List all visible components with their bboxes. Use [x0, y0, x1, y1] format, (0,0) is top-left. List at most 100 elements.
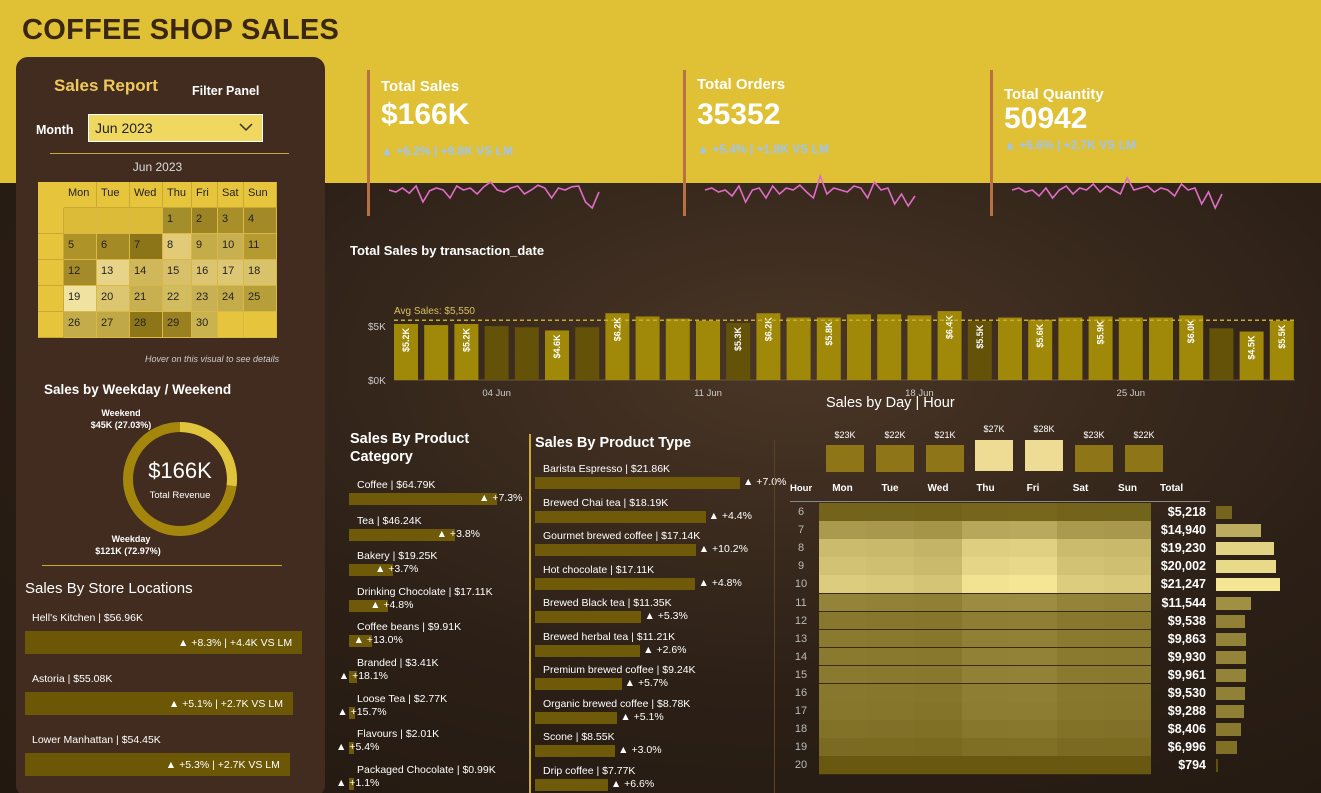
date-bar[interactable]: [575, 327, 600, 380]
heatmap-cell[interactable]: [819, 575, 866, 593]
calendar-day[interactable]: 23: [192, 286, 218, 312]
hour-total-bar[interactable]: [1216, 596, 1251, 610]
calendar-day[interactable]: 22: [163, 286, 192, 312]
heatmap-cell[interactable]: [914, 575, 962, 593]
hour-total-bar[interactable]: [1216, 632, 1246, 646]
heatmap-cell[interactable]: [866, 647, 914, 666]
calendar-week-cell[interactable]: [38, 312, 64, 338]
heatmap-cell[interactable]: [819, 593, 866, 611]
heatmap-cell[interactable]: [914, 756, 962, 774]
calendar-day[interactable]: 19: [64, 286, 97, 312]
heatmap-cell[interactable]: [1009, 503, 1057, 521]
calendar-day[interactable]: 20: [97, 286, 130, 312]
hour-total-bar[interactable]: [1216, 687, 1245, 700]
heatmap-cell[interactable]: [1009, 702, 1057, 720]
heatmap-cell[interactable]: [1104, 503, 1151, 521]
day-total-bar[interactable]: [826, 445, 864, 472]
hour-total-bar[interactable]: [1216, 578, 1280, 592]
calendar-day[interactable]: 1: [163, 208, 192, 234]
calendar-day[interactable]: 8: [163, 234, 192, 260]
heatmap-cell[interactable]: [1009, 720, 1057, 738]
heatmap-cell[interactable]: [866, 557, 914, 575]
heatmap-cell[interactable]: [962, 539, 1009, 557]
calendar-day[interactable]: 3: [218, 208, 244, 234]
hour-total-bar[interactable]: [1216, 723, 1242, 737]
heatmap-cell[interactable]: [819, 611, 866, 630]
calendar-day[interactable]: 28: [130, 312, 163, 338]
heatmap-cell[interactable]: [1104, 629, 1151, 648]
heatmap-cell[interactable]: [914, 611, 962, 630]
heatmap-cell[interactable]: [914, 647, 962, 666]
day-total-bar[interactable]: [926, 445, 964, 472]
heatmap-cell[interactable]: [962, 720, 1009, 738]
date-bar[interactable]: [998, 317, 1022, 380]
heatmap-cell[interactable]: [1009, 575, 1057, 593]
month-dropdown[interactable]: Jun 2023: [88, 114, 263, 142]
heatmap-cell[interactable]: [1057, 557, 1104, 575]
heatmap-cell[interactable]: [866, 684, 914, 702]
heatmap-cell[interactable]: [1057, 521, 1104, 539]
heatmap-cell[interactable]: [1104, 557, 1151, 575]
date-bar[interactable]: [847, 314, 871, 380]
date-bar[interactable]: [635, 316, 660, 380]
heatmap-cell[interactable]: [1057, 738, 1104, 756]
heatmap-cell[interactable]: [866, 503, 914, 521]
heatmap-cell[interactable]: [866, 593, 914, 611]
heatmap-cell[interactable]: [1057, 575, 1104, 593]
heatmap-cell[interactable]: [962, 611, 1009, 630]
heatmap-cell[interactable]: [914, 521, 962, 539]
date-bar[interactable]: [1209, 328, 1234, 380]
heatmap-cell[interactable]: [914, 593, 962, 611]
calendar-day[interactable]: 17: [218, 260, 244, 286]
hbar[interactable]: [535, 544, 696, 556]
heatmap-cell[interactable]: [962, 647, 1009, 666]
heatmap-cell[interactable]: [819, 665, 866, 684]
calendar-day[interactable]: 29: [163, 312, 192, 338]
heatmap-cell[interactable]: [1104, 756, 1151, 774]
heatmap-cell[interactable]: [962, 702, 1009, 720]
heatmap-cell[interactable]: [962, 593, 1009, 611]
heatmap-cell[interactable]: [1104, 611, 1151, 630]
heatmap-cell[interactable]: [819, 702, 866, 720]
heatmap-cell[interactable]: [1104, 738, 1151, 756]
heatmap-cell[interactable]: [819, 539, 866, 557]
heatmap-cell[interactable]: [866, 539, 914, 557]
heatmap-cell[interactable]: [914, 629, 962, 648]
hour-total-bar[interactable]: [1216, 614, 1245, 628]
heatmap-cell[interactable]: [866, 702, 914, 720]
heatmap-cell[interactable]: [914, 720, 962, 738]
calendar-day[interactable]: 6: [97, 234, 130, 260]
day-total-bar[interactable]: [876, 445, 914, 472]
date-bar[interactable]: [696, 320, 720, 380]
date-bar[interactable]: [1118, 317, 1143, 380]
calendar-day[interactable]: 2: [192, 208, 218, 234]
heatmap-cell[interactable]: [1009, 647, 1057, 666]
heatmap-cell[interactable]: [1009, 684, 1057, 702]
heatmap-cell[interactable]: [1104, 684, 1151, 702]
heatmap-cell[interactable]: [1009, 611, 1057, 630]
calendar-day[interactable]: 11: [244, 234, 277, 260]
kpi-sparkline[interactable]: [387, 166, 602, 214]
heatmap-cell[interactable]: [1104, 539, 1151, 557]
date-sales-chart[interactable]: $0K$5K$5.2K $5.2K $4.6K$6.2K $5.3K $6.2K $5.8…: [350, 262, 1310, 402]
heatmap-cell[interactable]: [962, 629, 1009, 648]
heatmap-cell[interactable]: [962, 756, 1009, 774]
heatmap-cell[interactable]: [962, 738, 1009, 756]
hour-total-bar[interactable]: [1216, 542, 1274, 556]
heatmap-cell[interactable]: [962, 684, 1009, 702]
heatmap-cell[interactable]: [1057, 593, 1104, 611]
heatmap-cell[interactable]: [866, 665, 914, 684]
heatmap-cell[interactable]: [866, 575, 914, 593]
calendar-day[interactable]: 30: [192, 312, 218, 338]
heatmap-cell[interactable]: [1057, 665, 1104, 684]
heatmap-cell[interactable]: [866, 629, 914, 648]
heatmap-cell[interactable]: [1057, 503, 1104, 521]
hour-total-bar[interactable]: [1216, 506, 1232, 519]
heatmap-cell[interactable]: [819, 756, 866, 774]
day-total-bar[interactable]: [1075, 445, 1113, 472]
hbar[interactable]: [535, 745, 616, 757]
heatmap-cell[interactable]: [1104, 575, 1151, 593]
heatmap-cell[interactable]: [819, 503, 866, 521]
heatmap-cell[interactable]: [819, 738, 866, 756]
heatmap-cell[interactable]: [1104, 593, 1151, 611]
